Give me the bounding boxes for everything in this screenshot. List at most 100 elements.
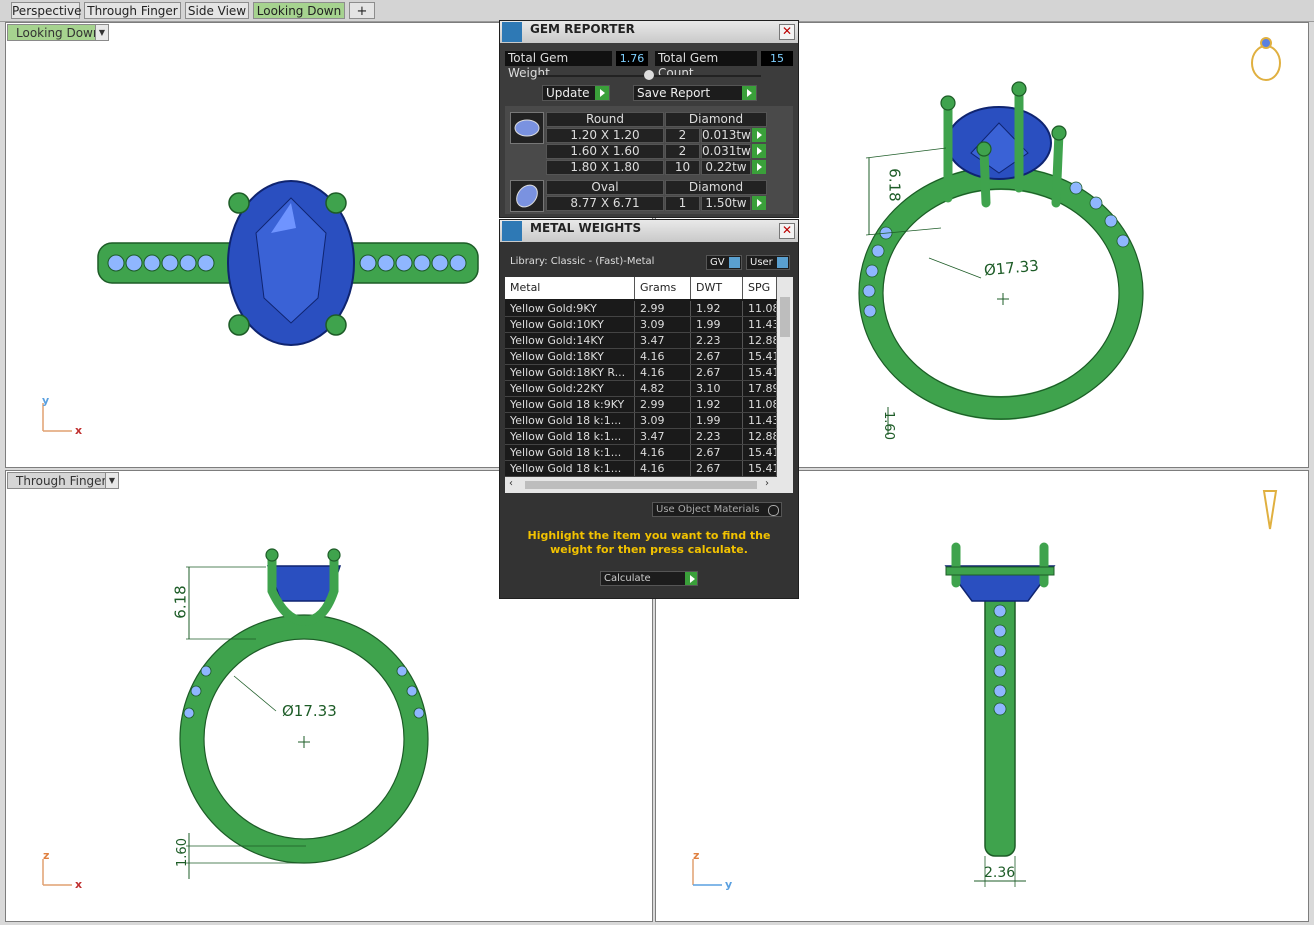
calculate-button[interactable]: Calculate (600, 571, 698, 586)
metal-weights-header[interactable]: METAL WEIGHTS ✕ (500, 220, 798, 242)
calculate-hint: Highlight the item you want to find the … (527, 529, 771, 556)
table-cell: Yellow Gold 18 k:1... (505, 445, 635, 460)
table-cell: 3.10 (691, 381, 743, 396)
update-button[interactable]: Update (542, 85, 610, 101)
table-cell: Yellow Gold 18 k:1... (505, 429, 635, 444)
gem-size[interactable]: 8.77 X 6.71 (546, 196, 664, 211)
calculate-label: Calculate (604, 573, 651, 584)
play-icon (595, 86, 609, 100)
table-row[interactable]: Yellow Gold:9KY 2.99 1.92 11.08 (505, 301, 777, 317)
table-cell: 4.16 (635, 445, 691, 460)
metal-table-header: Metal Grams DWT SPG (505, 277, 777, 299)
gem-weight: 0.22tw (701, 160, 751, 175)
table-row[interactable]: Yellow Gold 18 k:1... 4.16 2.67 15.41 (505, 445, 777, 461)
total-gem-count-value: 15 (761, 51, 793, 66)
axis-y-label: y (42, 394, 50, 407)
metal-weights-icon (502, 221, 522, 241)
table-cell: 15.41 (743, 349, 777, 364)
toggle-icon (777, 257, 788, 268)
table-cell: 2.23 (691, 333, 743, 348)
table-cell: 3.47 (635, 333, 691, 348)
table-row[interactable]: Yellow Gold 18 k:1... 3.09 1.99 11.43 (505, 413, 777, 429)
table-row[interactable]: Yellow Gold:14KY 3.47 2.23 12.88 (505, 333, 777, 349)
table-cell: 1.99 (691, 317, 743, 332)
table-row[interactable]: Yellow Gold:18KY 4.16 2.67 15.41 (505, 349, 777, 365)
table-row[interactable]: Yellow Gold 18 k:1... 3.47 2.23 12.88 (505, 429, 777, 445)
select-gem-button[interactable] (752, 144, 766, 158)
table-cell: 11.43 (743, 413, 777, 428)
table-row[interactable]: Yellow Gold:10KY 3.09 1.99 11.43 (505, 317, 777, 333)
scrollbar-thumb[interactable] (780, 297, 790, 337)
toggle-icon (729, 257, 740, 268)
gem-type: Diamond (665, 180, 767, 195)
play-icon (742, 86, 756, 100)
table-row[interactable]: Yellow Gold 18 k:9KY 2.99 1.92 11.08 (505, 397, 777, 413)
column-header[interactable]: SPG (743, 277, 777, 299)
select-gem-button[interactable] (752, 196, 766, 210)
play-icon (685, 572, 697, 585)
table-cell: 2.67 (691, 461, 743, 476)
table-cell: Yellow Gold 18 k:1... (505, 413, 635, 428)
table-cell: 4.82 (635, 381, 691, 396)
gem-weight: 0.031tw (701, 144, 751, 159)
table-row[interactable]: Yellow Gold 18 k:1... 4.16 2.67 15.41 (505, 461, 777, 477)
tab-perspective[interactable]: Perspective (11, 2, 82, 19)
gem-size[interactable]: 1.60 X 1.60 (546, 144, 664, 159)
metal-weights-panel: METAL WEIGHTS ✕ Library: Classic - (Fast… (499, 219, 799, 599)
column-header[interactable]: Metal (505, 277, 635, 299)
chevron-left-icon[interactable]: ‹ (509, 478, 513, 489)
select-gem-button[interactable] (752, 160, 766, 174)
chevron-right-icon[interactable]: › (765, 478, 769, 489)
gem-reporter-header[interactable]: GEM REPORTER ✕ (500, 21, 798, 43)
table-row[interactable]: Yellow Gold:18KY R... 4.16 2.67 15.41 (505, 365, 777, 381)
total-gem-weight-label: Total Gem Weight (505, 51, 612, 80)
column-header[interactable]: DWT (691, 277, 743, 299)
library-label: Library: Classic - (Fast)-Metal (510, 256, 655, 267)
table-cell: 4.16 (635, 461, 691, 476)
axis-z-label: z (43, 849, 50, 862)
vertical-scrollbar[interactable] (777, 277, 793, 477)
close-icon[interactable]: ✕ (779, 223, 795, 239)
gem-count: 10 (665, 160, 700, 175)
gem-size[interactable]: 1.80 X 1.80 (546, 160, 664, 175)
save-report-label: Save Report (637, 86, 711, 100)
dimension-thickness: 1.60 (174, 838, 190, 867)
table-cell: 1.99 (691, 413, 743, 428)
save-report-button[interactable]: Save Report (633, 85, 757, 101)
add-tab-icon[interactable]: + (349, 2, 375, 19)
gem-reporter-panel: GEM REPORTER ✕ Total Gem Weight 1.76 Tot… (499, 20, 799, 218)
gem-count: 2 (665, 144, 700, 159)
gv-label: GV (710, 257, 725, 268)
column-header[interactable]: Grams (635, 277, 691, 299)
table-cell: Yellow Gold:14KY (505, 333, 635, 348)
gv-toggle[interactable]: GV (706, 255, 742, 270)
table-cell: 12.88 (743, 333, 777, 348)
tab-looking-down[interactable]: Looking Down (253, 2, 345, 19)
gem-count: 2 (665, 128, 700, 143)
metal-table[interactable]: Metal Grams DWT SPG Yellow Gold:9KY 2.99 1… (505, 277, 793, 493)
table-cell: 15.41 (743, 365, 777, 380)
oval-gem-icon (510, 180, 544, 212)
use-object-materials-toggle[interactable]: Use Object Materials (652, 502, 782, 517)
total-gem-weight-value: 1.76 (616, 51, 648, 66)
select-gem-button[interactable] (752, 128, 766, 142)
table-cell: 2.23 (691, 429, 743, 444)
user-toggle[interactable]: User (746, 255, 790, 270)
scrollbar-thumb[interactable] (525, 481, 757, 489)
collapse-slider-handle[interactable] (644, 70, 654, 80)
gem-shape: Oval (546, 180, 664, 195)
table-row[interactable]: Yellow Gold:22KY 4.82 3.10 17.89 (505, 381, 777, 397)
round-gem-icon (510, 112, 544, 144)
close-icon[interactable]: ✕ (779, 24, 795, 40)
gem-type: Diamond (665, 112, 767, 127)
horizontal-scrollbar[interactable]: ‹ › (505, 477, 793, 493)
radio-icon (768, 505, 779, 516)
table-cell: 2.67 (691, 365, 743, 380)
gem-reporter-icon (502, 22, 522, 42)
tab-side-view[interactable]: Side View (185, 2, 249, 19)
axis-y-label: y (725, 878, 733, 891)
gem-size[interactable]: 1.20 X 1.20 (546, 128, 664, 143)
dimension-width: 2.36 (984, 865, 1016, 881)
tab-through-finger[interactable]: Through Finger (84, 2, 181, 19)
table-cell: 1.92 (691, 397, 743, 412)
